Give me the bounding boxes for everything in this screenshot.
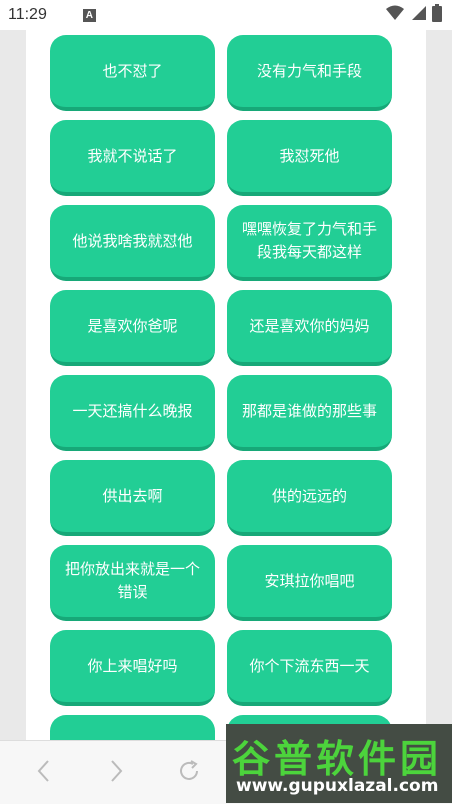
phrase-button[interactable]: 也不怼了 [50, 35, 215, 111]
signal-icon [410, 5, 426, 25]
chevron-left-icon[interactable] [30, 757, 58, 785]
side-margin-right [426, 30, 452, 740]
refresh-icon[interactable] [175, 757, 203, 785]
watermark-url: www.gupuxlazal.com [236, 776, 439, 796]
phrase-button[interactable]: 一天还搞什么晚报 [50, 375, 215, 451]
phrase-button[interactable]: 我就不说话了 [50, 120, 215, 196]
phrase-button[interactable]: 我怼死他 [227, 120, 392, 196]
phrase-button[interactable]: 你个下流东西一天 [227, 630, 392, 706]
status-icons [386, 4, 442, 26]
chevron-right-icon[interactable] [102, 757, 130, 785]
phrase-button[interactable]: 你上来唱好吗 [50, 630, 215, 706]
phrase-button[interactable]: 是喜欢你爸呢 [50, 290, 215, 366]
watermark-title: 谷普软件园 [232, 737, 443, 781]
phrase-button[interactable]: 安琪拉你唱吧 [227, 545, 392, 621]
battery-icon [432, 4, 442, 26]
phrase-button[interactable] [50, 715, 215, 740]
phrase-button[interactable]: 把你放出来就是一个错误 [50, 545, 215, 621]
phrase-button[interactable]: 供出去啊 [50, 460, 215, 536]
phrase-button[interactable]: 嘿嘿恢复了力气和手段我每天都这样 [227, 205, 392, 281]
phrase-button[interactable]: 他说我啥我就怼他 [50, 205, 215, 281]
notification-icon: A [82, 8, 96, 22]
status-time: 11:29 [8, 6, 47, 23]
phrase-button-grid: 也不怼了 没有力气和手段 我就不说话了 我怼死他 他说我啥我就怼他 嘿嘿恢复了力… [50, 35, 394, 740]
phrase-button[interactable]: 没有力气和手段 [227, 35, 392, 111]
content-card[interactable]: 也不怼了 没有力气和手段 我就不说话了 我怼死他 他说我啥我就怼他 嘿嘿恢复了力… [26, 30, 426, 740]
watermark-logo: 谷普软件园 www.gupuxlazal.com [226, 724, 452, 803]
wifi-icon [386, 5, 404, 25]
phrase-button[interactable]: 那都是谁做的那些事 [227, 375, 392, 451]
phrase-button[interactable]: 还是喜欢你的妈妈 [227, 290, 392, 366]
side-margin-left [0, 30, 26, 740]
status-bar: 11:29 A [0, 0, 452, 30]
phrase-button[interactable]: 供的远远的 [227, 460, 392, 536]
